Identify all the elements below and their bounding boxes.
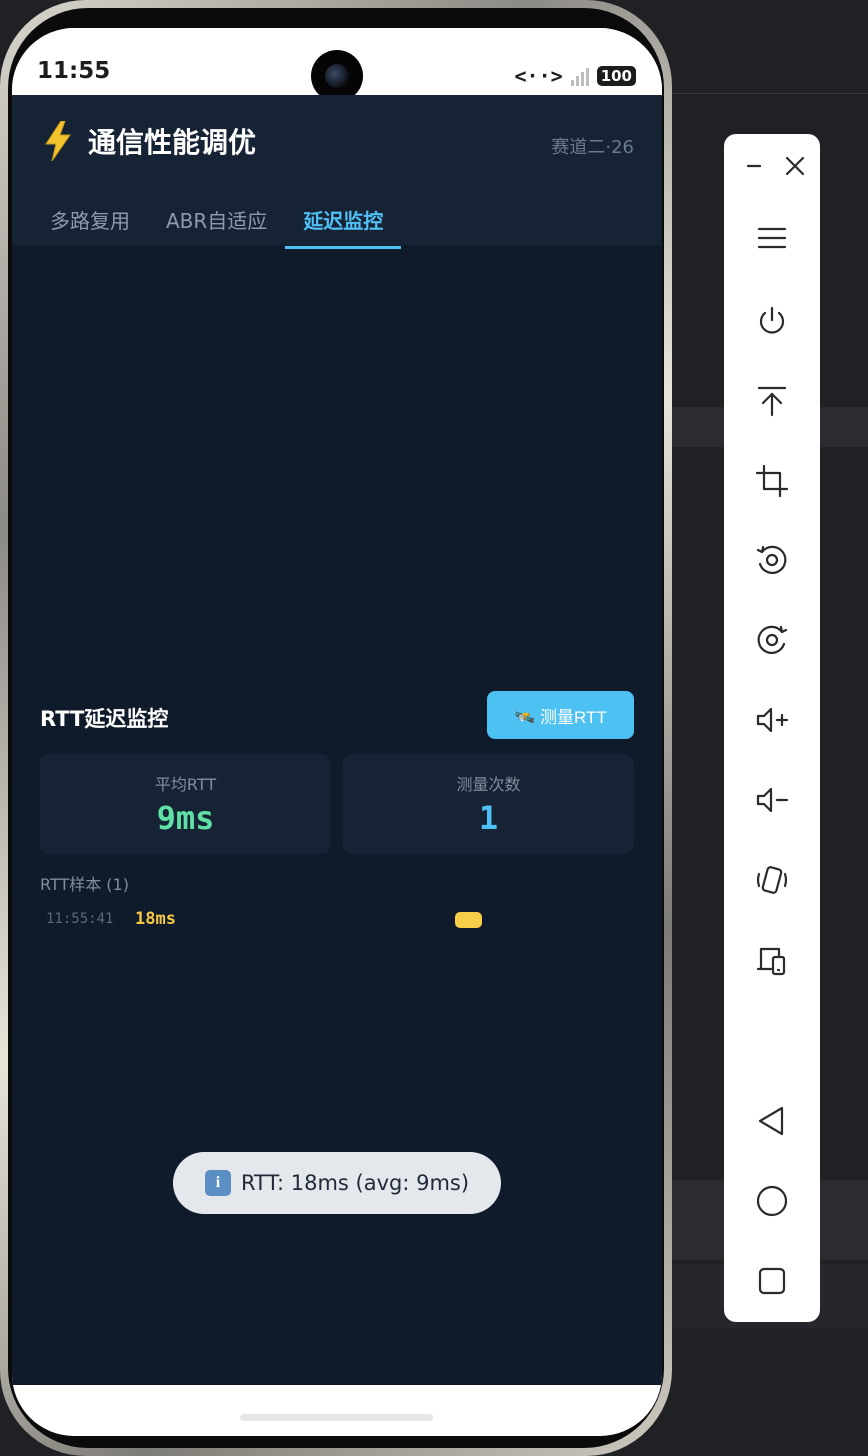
minimize-icon [746, 164, 762, 168]
rotate-right-button[interactable] [748, 616, 796, 664]
phone-frame: 11:55 <··> 100 通信性能调优 赛道二·26 多路复用 ABR自适应… [0, 0, 672, 1456]
crop-icon [755, 464, 789, 498]
home-icon [756, 1185, 788, 1217]
shake-icon [756, 866, 788, 894]
recents-button[interactable] [748, 1257, 796, 1305]
section-title: RTT延迟监控 [40, 707, 169, 731]
upload-icon [757, 386, 787, 417]
app-content: 通信性能调优 赛道二·26 多路复用 ABR自适应 延迟监控 RTT延迟监控 🛰… [12, 95, 662, 1385]
background-divider [672, 93, 868, 94]
volume-down-button[interactable] [748, 776, 796, 824]
tab-abr[interactable]: ABR自适应 [148, 193, 285, 249]
recents-icon [758, 1267, 786, 1295]
emulator-toolbar [724, 134, 820, 1322]
status-bar: 11:55 <··> 100 [12, 28, 662, 102]
app-title-row: 通信性能调优 [42, 121, 256, 161]
lightning-icon [45, 121, 71, 161]
signal-icon [570, 66, 589, 86]
rotate-left-icon [756, 545, 787, 574]
rtt-section-header: RTT延迟监控 🛰️ 测量RTT [40, 691, 634, 739]
toast: i RTT: 18ms (avg: 9ms) [173, 1152, 501, 1214]
stat-label: 平均RTT [154, 775, 217, 794]
device-button[interactable] [748, 936, 796, 984]
toast-message: RTT: 18ms (avg: 9ms) [240, 1171, 470, 1195]
tab-multiplexing[interactable]: 多路复用 [32, 193, 148, 249]
network-icon: <··> [514, 64, 563, 88]
battery-icon: 100 [596, 66, 636, 86]
volume-down-icon [756, 787, 789, 813]
app-title: 通信性能调优 [88, 126, 257, 159]
menu-button[interactable] [748, 214, 796, 262]
volume-up-button[interactable] [748, 696, 796, 744]
tab-bar: 多路复用 ABR自适应 延迟监控 [32, 193, 402, 249]
status-icons: <··> 100 [515, 64, 636, 88]
shake-button[interactable] [748, 856, 796, 904]
crop-button[interactable] [748, 457, 796, 505]
back-button[interactable] [748, 1097, 796, 1145]
app-badge: 赛道二·26 [551, 137, 634, 158]
sample-time: 11:55:41 [46, 911, 114, 927]
home-button[interactable] [748, 1177, 796, 1225]
menu-icon [757, 227, 787, 249]
measure-rtt-button[interactable]: 🛰️ 测量RTT [487, 691, 634, 739]
stat-card-avg-rtt: 平均RTT 9ms [40, 754, 331, 854]
close-button[interactable] [771, 142, 819, 190]
stat-card-count: 测量次数 1 [343, 754, 634, 854]
app-header: 通信性能调优 赛道二·26 多路复用 ABR自适应 延迟监控 [12, 95, 662, 249]
home-indicator[interactable] [240, 1414, 433, 1421]
stat-value: 9ms [156, 799, 215, 837]
stat-label: 测量次数 [456, 775, 521, 794]
upload-button[interactable] [748, 377, 796, 425]
volume-up-icon [756, 707, 789, 733]
power-icon [759, 306, 785, 334]
sample-value: 18ms [135, 909, 176, 929]
phone-screen: 11:55 <··> 100 通信性能调优 赛道二·26 多路复用 ABR自适应… [12, 28, 662, 1436]
back-icon [758, 1106, 784, 1136]
stat-value: 1 [478, 799, 499, 837]
stats-row: 平均RTT 9ms 测量次数 1 [40, 754, 634, 854]
device-icon [756, 947, 786, 976]
list-item: 11:55:41 18ms [46, 907, 606, 933]
samples-title: RTT样本 (1) [40, 875, 129, 894]
rotate-right-icon [757, 625, 788, 654]
power-button[interactable] [748, 297, 796, 345]
rotate-left-button[interactable] [748, 536, 796, 584]
tab-latency-monitor[interactable]: 延迟监控 [285, 193, 402, 249]
close-icon [785, 156, 805, 176]
sample-bar [455, 912, 482, 928]
status-time: 11:55 [37, 58, 111, 84]
info-icon: i [204, 1170, 231, 1196]
